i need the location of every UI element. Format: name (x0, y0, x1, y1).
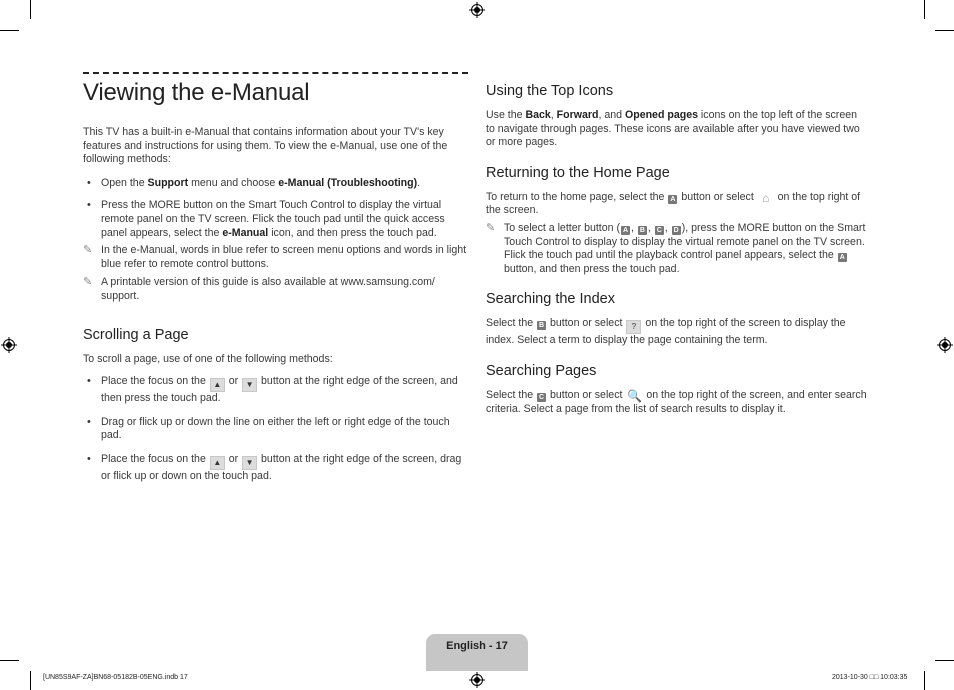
pencil-note-icon: ✎ (83, 276, 93, 289)
note-item: ✎ To select a letter button (A, B, C, D),… (486, 222, 868, 276)
text: , and (598, 109, 625, 121)
note-list: ✎ To select a letter button (A, B, C, D),… (486, 222, 868, 276)
b-button-icon: B (637, 225, 647, 235)
text: Select the (486, 388, 537, 401)
text: , (664, 221, 671, 234)
section-body: Select the C button or select 🔍 on the t… (486, 389, 868, 416)
text: button or select (547, 317, 626, 330)
crop-mark (935, 30, 954, 31)
section-heading: Scrolling a Page (83, 326, 189, 343)
crop-mark (30, 671, 31, 690)
b-button-icon: B (537, 321, 547, 331)
crop-mark (935, 660, 954, 661)
registration-mark-icon (937, 337, 953, 353)
text: Place the focus on the (101, 452, 209, 465)
text: , (647, 221, 654, 234)
crop-mark (924, 671, 925, 690)
pencil-note-icon: ✎ (486, 221, 496, 234)
dashed-rule (83, 72, 468, 74)
text: . (417, 176, 421, 189)
registration-mark-icon (1, 337, 17, 353)
note-item: ✎ In the e-Manual, words in blue refer to… (83, 244, 468, 271)
scroll-down-icon: ▼ (242, 378, 258, 393)
c-button-icon: C (537, 392, 547, 402)
list-item: Press the MORE button on the Smart Touch… (83, 199, 468, 240)
scroll-down-icon: ▼ (242, 455, 258, 470)
text: button or select (547, 388, 626, 401)
menu-term: Support (147, 176, 189, 189)
home-icon: ⌂ (762, 190, 770, 205)
page-title: Viewing the e-Manual (83, 79, 310, 106)
section-body: Use the Back, Forward, and Opened pages … (486, 109, 868, 150)
text: or (225, 452, 242, 465)
text: or (225, 375, 242, 388)
crop-mark (0, 30, 19, 31)
text: To return to the home page, select the (486, 190, 668, 203)
section-heading: Using the Top Icons (486, 83, 614, 99)
list-item: Place the focus on the ▲ or ▼ button at … (83, 375, 468, 406)
page-label: English - 17 (446, 640, 508, 652)
menu-term: Back (525, 109, 551, 121)
timestamp: 2013-10-30 □□ 10:03:35 (832, 674, 908, 681)
intro-text: This TV has a built-in e-Manual that con… (83, 126, 448, 166)
scroll-up-icon: ▲ (209, 378, 225, 393)
text: , (631, 221, 637, 234)
list-item: Open the Support menu and choose e-Manua… (83, 177, 468, 191)
text: menu and choose (188, 176, 279, 189)
registration-mark-icon (469, 672, 485, 688)
index-icon: ? (626, 320, 642, 335)
method-list: Open the Support menu and choose e-Manua… (83, 177, 468, 304)
section-heading: Returning to the Home Page (486, 164, 670, 181)
note-text: In the e-Manual, words in blue refer to … (101, 244, 467, 270)
menu-term: Opened pages (624, 109, 698, 121)
section-intro: To scroll a page, use of one of the foll… (83, 352, 333, 365)
pencil-note-icon: ✎ (83, 244, 93, 257)
left-column: Viewing the e-Manual This TV has a built… (83, 72, 468, 484)
registration-mark-icon (469, 2, 485, 18)
c-button-icon: C (654, 225, 664, 235)
section-body: Select the B button or select ? on the t… (486, 317, 868, 348)
crop-mark (0, 660, 19, 661)
right-column: Using the Top Icons Use the Back, Forwar… (486, 82, 868, 416)
text: Drag or flick up or down the line on eit… (101, 415, 450, 442)
menu-term: e-Manual (222, 226, 269, 239)
a-button-icon: A (837, 253, 847, 263)
text: button or select (678, 190, 757, 203)
scroll-method-list: Place the focus on the ▲ or ▼ button at … (83, 375, 468, 483)
a-button-icon: A (621, 225, 631, 235)
page-number-tab: English - 17 (426, 634, 528, 671)
crop-mark (924, 0, 925, 19)
list-item: Drag or flick up or down the line on eit… (83, 416, 468, 443)
text: Place the focus on the (101, 375, 209, 388)
search-icon: 🔍 (627, 388, 643, 403)
section-heading: Searching Pages (486, 362, 597, 379)
section-body: To return to the home page, select the A… (486, 191, 868, 218)
text: button, and then press the touch pad. (504, 262, 680, 275)
note-text: A printable version of this guide is als… (101, 276, 435, 302)
d-button-icon: D (671, 225, 681, 235)
menu-term: Forward (556, 109, 599, 121)
text: To select a letter button ( (504, 221, 621, 234)
menu-term: e-Manual (Troubleshooting) (278, 176, 418, 189)
section-heading: Searching the Index (486, 291, 615, 308)
note-item: ✎ A printable version of this guide is al… (83, 276, 468, 303)
crop-mark (30, 0, 31, 19)
scroll-up-icon: ▲ (209, 455, 225, 470)
file-info: [UN85S9AF-ZA]BN68-05182B-05ENG.indb 17 (43, 674, 188, 681)
text: Open the (101, 176, 148, 189)
text: Select the (486, 317, 537, 330)
list-item: Place the focus on the ▲ or ▼ button at … (83, 453, 468, 484)
text: Use the (486, 109, 526, 121)
a-button-icon: A (668, 194, 678, 204)
text: icon, and then press the touch pad. (268, 226, 437, 239)
